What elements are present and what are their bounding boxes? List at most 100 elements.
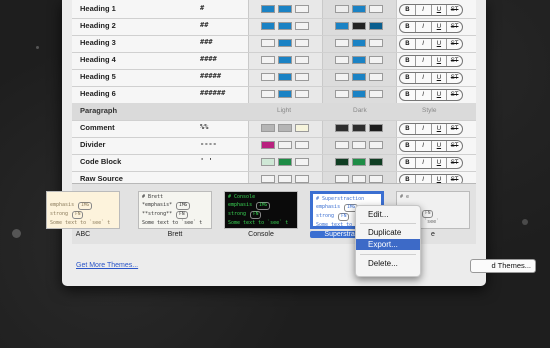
light-color-swatch[interactable] xyxy=(278,5,292,13)
light-color-swatch[interactable] xyxy=(295,124,309,132)
style-st-toggle[interactable]: ST xyxy=(447,73,462,83)
light-color-swatch[interactable] xyxy=(295,56,309,64)
light-color-swatch[interactable] xyxy=(295,39,309,47)
light-color-swatch[interactable] xyxy=(261,124,275,132)
light-color-swatch[interactable] xyxy=(261,22,275,30)
style-st-toggle[interactable]: ST xyxy=(447,39,462,49)
style-row-code-block[interactable]: Code Block ' ' B I U ST xyxy=(72,154,476,172)
dark-color-swatch[interactable] xyxy=(369,175,383,183)
style-row-heading-4[interactable]: Heading 4 #### B I U ST xyxy=(72,52,476,70)
style-b-toggle[interactable]: B xyxy=(400,175,416,183)
style-i-toggle[interactable]: I xyxy=(416,39,432,49)
style-b-toggle[interactable]: B xyxy=(400,56,416,66)
dark-color-swatch[interactable] xyxy=(335,73,349,81)
menu-item-duplicate[interactable]: Duplicate xyxy=(356,227,420,238)
style-u-toggle[interactable]: U xyxy=(432,39,448,49)
dark-color-swatch[interactable] xyxy=(335,90,349,98)
style-row-heading-6[interactable]: Heading 6 ###### B I U ST xyxy=(72,86,476,104)
style-u-toggle[interactable]: U xyxy=(432,56,448,66)
light-color-swatch[interactable] xyxy=(295,90,309,98)
light-color-swatch[interactable] xyxy=(278,22,292,30)
style-row-divider[interactable]: Divider ---- B I U ST xyxy=(72,137,476,155)
style-st-toggle[interactable]: ST xyxy=(447,56,462,66)
style-u-toggle[interactable]: U xyxy=(432,124,448,134)
style-i-toggle[interactable]: I xyxy=(416,22,432,32)
style-st-toggle[interactable]: ST xyxy=(447,141,462,151)
style-b-toggle[interactable]: B xyxy=(400,158,416,168)
add-themes-button[interactable]: d Themes... xyxy=(470,259,536,273)
style-i-toggle[interactable]: I xyxy=(416,175,432,183)
style-u-toggle[interactable]: U xyxy=(432,22,448,32)
dark-color-swatch[interactable] xyxy=(335,124,349,132)
dark-color-swatch[interactable] xyxy=(335,39,349,47)
light-color-swatch[interactable] xyxy=(261,73,275,81)
style-b-toggle[interactable]: B xyxy=(400,141,416,151)
dark-color-swatch[interactable] xyxy=(352,124,366,132)
style-i-toggle[interactable]: I xyxy=(416,124,432,134)
light-color-swatch[interactable] xyxy=(295,5,309,13)
style-u-toggle[interactable]: U xyxy=(432,158,448,168)
style-b-toggle[interactable]: B xyxy=(400,5,416,15)
style-u-toggle[interactable]: U xyxy=(432,5,448,15)
menu-item-export[interactable]: Export... xyxy=(356,239,420,250)
menu-item-edit[interactable]: Edit... xyxy=(356,209,420,220)
style-row-heading-2[interactable]: Heading 2 ## B I U ST xyxy=(72,18,476,36)
dark-color-swatch[interactable] xyxy=(352,5,366,13)
light-color-swatch[interactable] xyxy=(261,5,275,13)
style-i-toggle[interactable]: I xyxy=(416,158,432,168)
light-color-swatch[interactable] xyxy=(278,90,292,98)
dark-color-swatch[interactable] xyxy=(352,39,366,47)
light-color-swatch[interactable] xyxy=(295,175,309,183)
style-b-toggle[interactable]: B xyxy=(400,39,416,49)
dark-color-swatch[interactable] xyxy=(369,56,383,64)
style-st-toggle[interactable]: ST xyxy=(447,90,462,100)
dark-color-swatch[interactable] xyxy=(369,22,383,30)
light-color-swatch[interactable] xyxy=(278,158,292,166)
style-b-toggle[interactable]: B xyxy=(400,90,416,100)
theme-thumbnail-brett[interactable]: # Brett *emphasis* IMG **strong** FN Some te… xyxy=(138,191,212,238)
style-u-toggle[interactable]: U xyxy=(432,73,448,83)
dark-color-swatch[interactable] xyxy=(352,158,366,166)
dark-color-swatch[interactable] xyxy=(352,90,366,98)
menu-item-delete[interactable]: Delete... xyxy=(356,258,420,269)
dark-color-swatch[interactable] xyxy=(369,39,383,47)
light-color-swatch[interactable] xyxy=(295,73,309,81)
light-color-swatch[interactable] xyxy=(278,141,292,149)
light-color-swatch[interactable] xyxy=(295,22,309,30)
style-st-toggle[interactable]: ST xyxy=(447,124,462,134)
style-st-toggle[interactable]: ST xyxy=(447,5,462,15)
dark-color-swatch[interactable] xyxy=(352,56,366,64)
dark-color-swatch[interactable] xyxy=(335,158,349,166)
style-i-toggle[interactable]: I xyxy=(416,90,432,100)
light-color-swatch[interactable] xyxy=(278,56,292,64)
style-i-toggle[interactable]: I xyxy=(416,73,432,83)
style-i-toggle[interactable]: I xyxy=(416,141,432,151)
dark-color-swatch[interactable] xyxy=(369,5,383,13)
style-st-toggle[interactable]: ST xyxy=(447,22,462,32)
light-color-swatch[interactable] xyxy=(261,158,275,166)
style-i-toggle[interactable]: I xyxy=(416,5,432,15)
style-u-toggle[interactable]: U xyxy=(432,90,448,100)
style-u-toggle[interactable]: U xyxy=(432,141,448,151)
light-color-swatch[interactable] xyxy=(261,39,275,47)
dark-color-swatch[interactable] xyxy=(335,22,349,30)
light-color-swatch[interactable] xyxy=(278,175,292,183)
dark-color-swatch[interactable] xyxy=(352,73,366,81)
theme-thumbnail-console[interactable]: # Console emphasis IMG strong FN Some text t… xyxy=(224,191,298,238)
dark-color-swatch[interactable] xyxy=(369,90,383,98)
style-b-toggle[interactable]: B xyxy=(400,73,416,83)
dark-color-swatch[interactable] xyxy=(335,141,349,149)
style-st-toggle[interactable]: ST xyxy=(447,175,462,183)
style-u-toggle[interactable]: U xyxy=(432,175,448,183)
style-row-comment[interactable]: Comment%% B I U ST xyxy=(72,120,476,138)
light-color-swatch[interactable] xyxy=(261,175,275,183)
style-row-heading-3[interactable]: Heading 3 ### B I U ST xyxy=(72,35,476,53)
style-i-toggle[interactable]: I xyxy=(416,56,432,66)
light-color-swatch[interactable] xyxy=(278,39,292,47)
light-color-swatch[interactable] xyxy=(261,56,275,64)
theme-thumbnail-abc[interactable]: emphasis IMG strong FN Some text to `see` t… xyxy=(46,191,120,238)
style-row-heading-5[interactable]: Heading 5 ##### B I U ST xyxy=(72,69,476,87)
style-row-raw-source[interactable]: Raw Source B I U ST xyxy=(72,171,476,183)
light-color-swatch[interactable] xyxy=(295,141,309,149)
light-color-swatch[interactable] xyxy=(295,158,309,166)
